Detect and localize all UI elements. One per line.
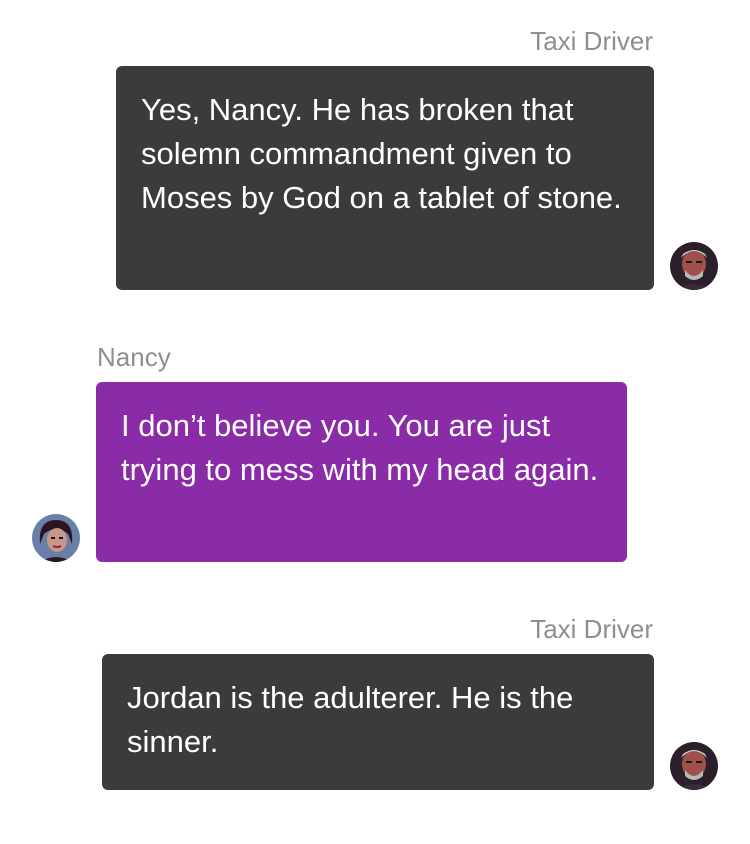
sender-name: Nancy — [97, 342, 171, 372]
nancy-avatar-icon — [32, 514, 80, 562]
taxi-driver-avatar[interactable] — [670, 242, 718, 290]
taxi-driver-avatar[interactable] — [670, 742, 718, 790]
message-bubble[interactable]: Jordan is the adulterer. He is the sinne… — [102, 654, 654, 790]
message-bubble[interactable]: I don’t believe you. You are just trying… — [96, 382, 627, 562]
taxi-driver-avatar-icon — [670, 242, 718, 290]
nancy-avatar[interactable] — [32, 514, 80, 562]
taxi-driver-avatar-icon — [670, 742, 718, 790]
sender-name: Taxi Driver — [530, 614, 653, 644]
sender-name: Taxi Driver — [530, 26, 653, 56]
message-bubble[interactable]: Yes, Nancy. He has broken that solemn co… — [116, 66, 654, 290]
